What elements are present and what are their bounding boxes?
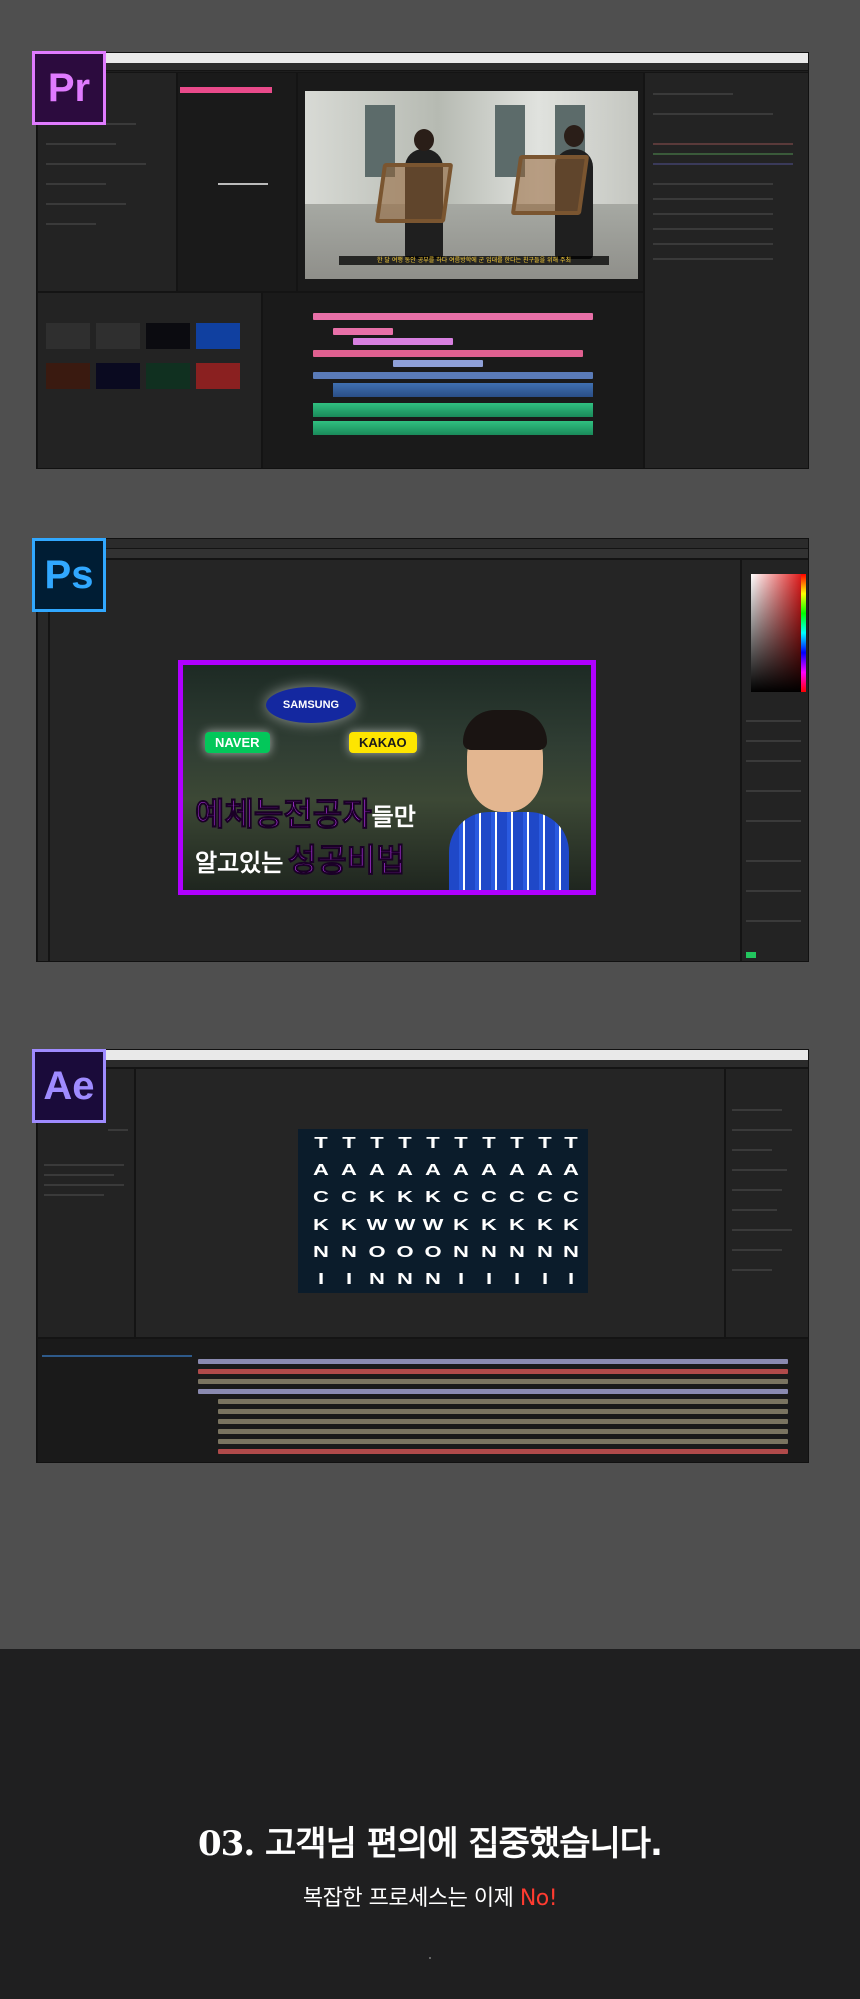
window-titlebar — [37, 53, 808, 63]
no-accent: No! — [519, 1886, 558, 1911]
feature-section: 03. 고객님 편의에 집중했습니다. 복잡한 프로세스는 이제 No! — [0, 1649, 860, 1999]
premiere-screenshot: 한 달 여행 동안 공부를 하다 여름방학에 군 입대를 한다는 친구들을 위해… — [36, 52, 809, 469]
thumbnail-headline-line2: 알고있는 성공비법 — [195, 842, 406, 879]
tools-panel — [37, 559, 49, 961]
section-title-text: 고객님 편의에 집중했습니다. — [265, 1824, 663, 1864]
after-effects-logo-icon: Ae — [32, 1049, 106, 1123]
kinetic-text-column: TACKNI — [481, 1133, 497, 1288]
naver-logo: NAVER — [205, 732, 270, 753]
kinetic-text-column: TACKNI — [341, 1133, 357, 1288]
video-subtitle: 한 달 여행 동안 공부를 하다 여름방학에 군 입대를 한다는 친구들을 위해… — [339, 256, 609, 265]
options-bar — [37, 549, 808, 559]
menu-bar — [37, 63, 808, 71]
samsung-logo: SAMSUNG — [266, 687, 356, 723]
canvas-area: SAMSUNG NAVER KAKAO 예체능전공자들만 알고있는 성공비법 — [49, 559, 741, 961]
photoshop-screenshot: SAMSUNG NAVER KAKAO 예체능전공자들만 알고있는 성공비법 — [36, 538, 809, 962]
right-panels — [741, 559, 808, 961]
hue-slider[interactable] — [801, 574, 806, 692]
kinetic-text-column: TACKNI — [563, 1133, 579, 1288]
kinetic-text-column: TAKWON — [366, 1133, 388, 1288]
timeline-panel — [37, 1338, 808, 1462]
after-effects-screenshot: TACKNI TACKNI TAKWON TAKWON TAKWON TACKN… — [36, 1049, 809, 1463]
kinetic-text-column: TAKWON — [422, 1133, 444, 1288]
video-preview: 한 달 여행 동안 공부를 하다 여름방학에 군 입대를 한다는 친구들을 위해… — [305, 91, 638, 279]
window-titlebar — [37, 1050, 808, 1060]
section-title: 03. 고객님 편의에 집중했습니다. — [0, 1816, 860, 1865]
color-picker[interactable] — [751, 574, 801, 692]
youtube-thumbnail: SAMSUNG NAVER KAKAO 예체능전공자들만 알고있는 성공비법 — [178, 660, 596, 895]
kakao-logo: KAKAO — [349, 732, 417, 753]
kinetic-text-column: TACKNI — [509, 1133, 525, 1288]
effects-presets-panel — [725, 1068, 808, 1338]
composition-viewer: TACKNI TACKNI TAKWON TAKWON TAKWON TACKN… — [135, 1068, 725, 1338]
presenter-portrait — [449, 700, 569, 890]
kinetic-text-column: TACKNI — [537, 1133, 553, 1288]
premiere-logo-icon: Pr — [32, 51, 106, 125]
project-panel — [37, 292, 262, 468]
composition-canvas: TACKNI TACKNI TAKWON TAKWON TAKWON TACKN… — [298, 1129, 588, 1293]
thumbnail-headline-line1: 예체능전공자들만 — [195, 796, 416, 833]
menu-bar — [37, 1060, 808, 1068]
source-monitor-panel — [177, 72, 297, 292]
timeline-panel — [262, 292, 644, 468]
section-subtitle: 복잡한 프로세스는 이제 No! — [302, 1886, 558, 1911]
program-monitor-panel: 한 달 여행 동안 공부를 하다 여름방학에 군 입대를 한다는 친구들을 위해… — [297, 72, 644, 292]
section-number: 03. — [198, 1824, 255, 1864]
decorative-dot — [429, 1957, 431, 1959]
kinetic-text-column: TACKNI — [453, 1133, 469, 1288]
menu-bar — [37, 539, 808, 549]
kinetic-text-column: TAKWON — [394, 1133, 416, 1288]
photoshop-logo-icon: Ps — [32, 538, 106, 612]
kinetic-text-column: TACKNI — [313, 1133, 329, 1288]
lumetri-color-panel — [644, 72, 808, 468]
